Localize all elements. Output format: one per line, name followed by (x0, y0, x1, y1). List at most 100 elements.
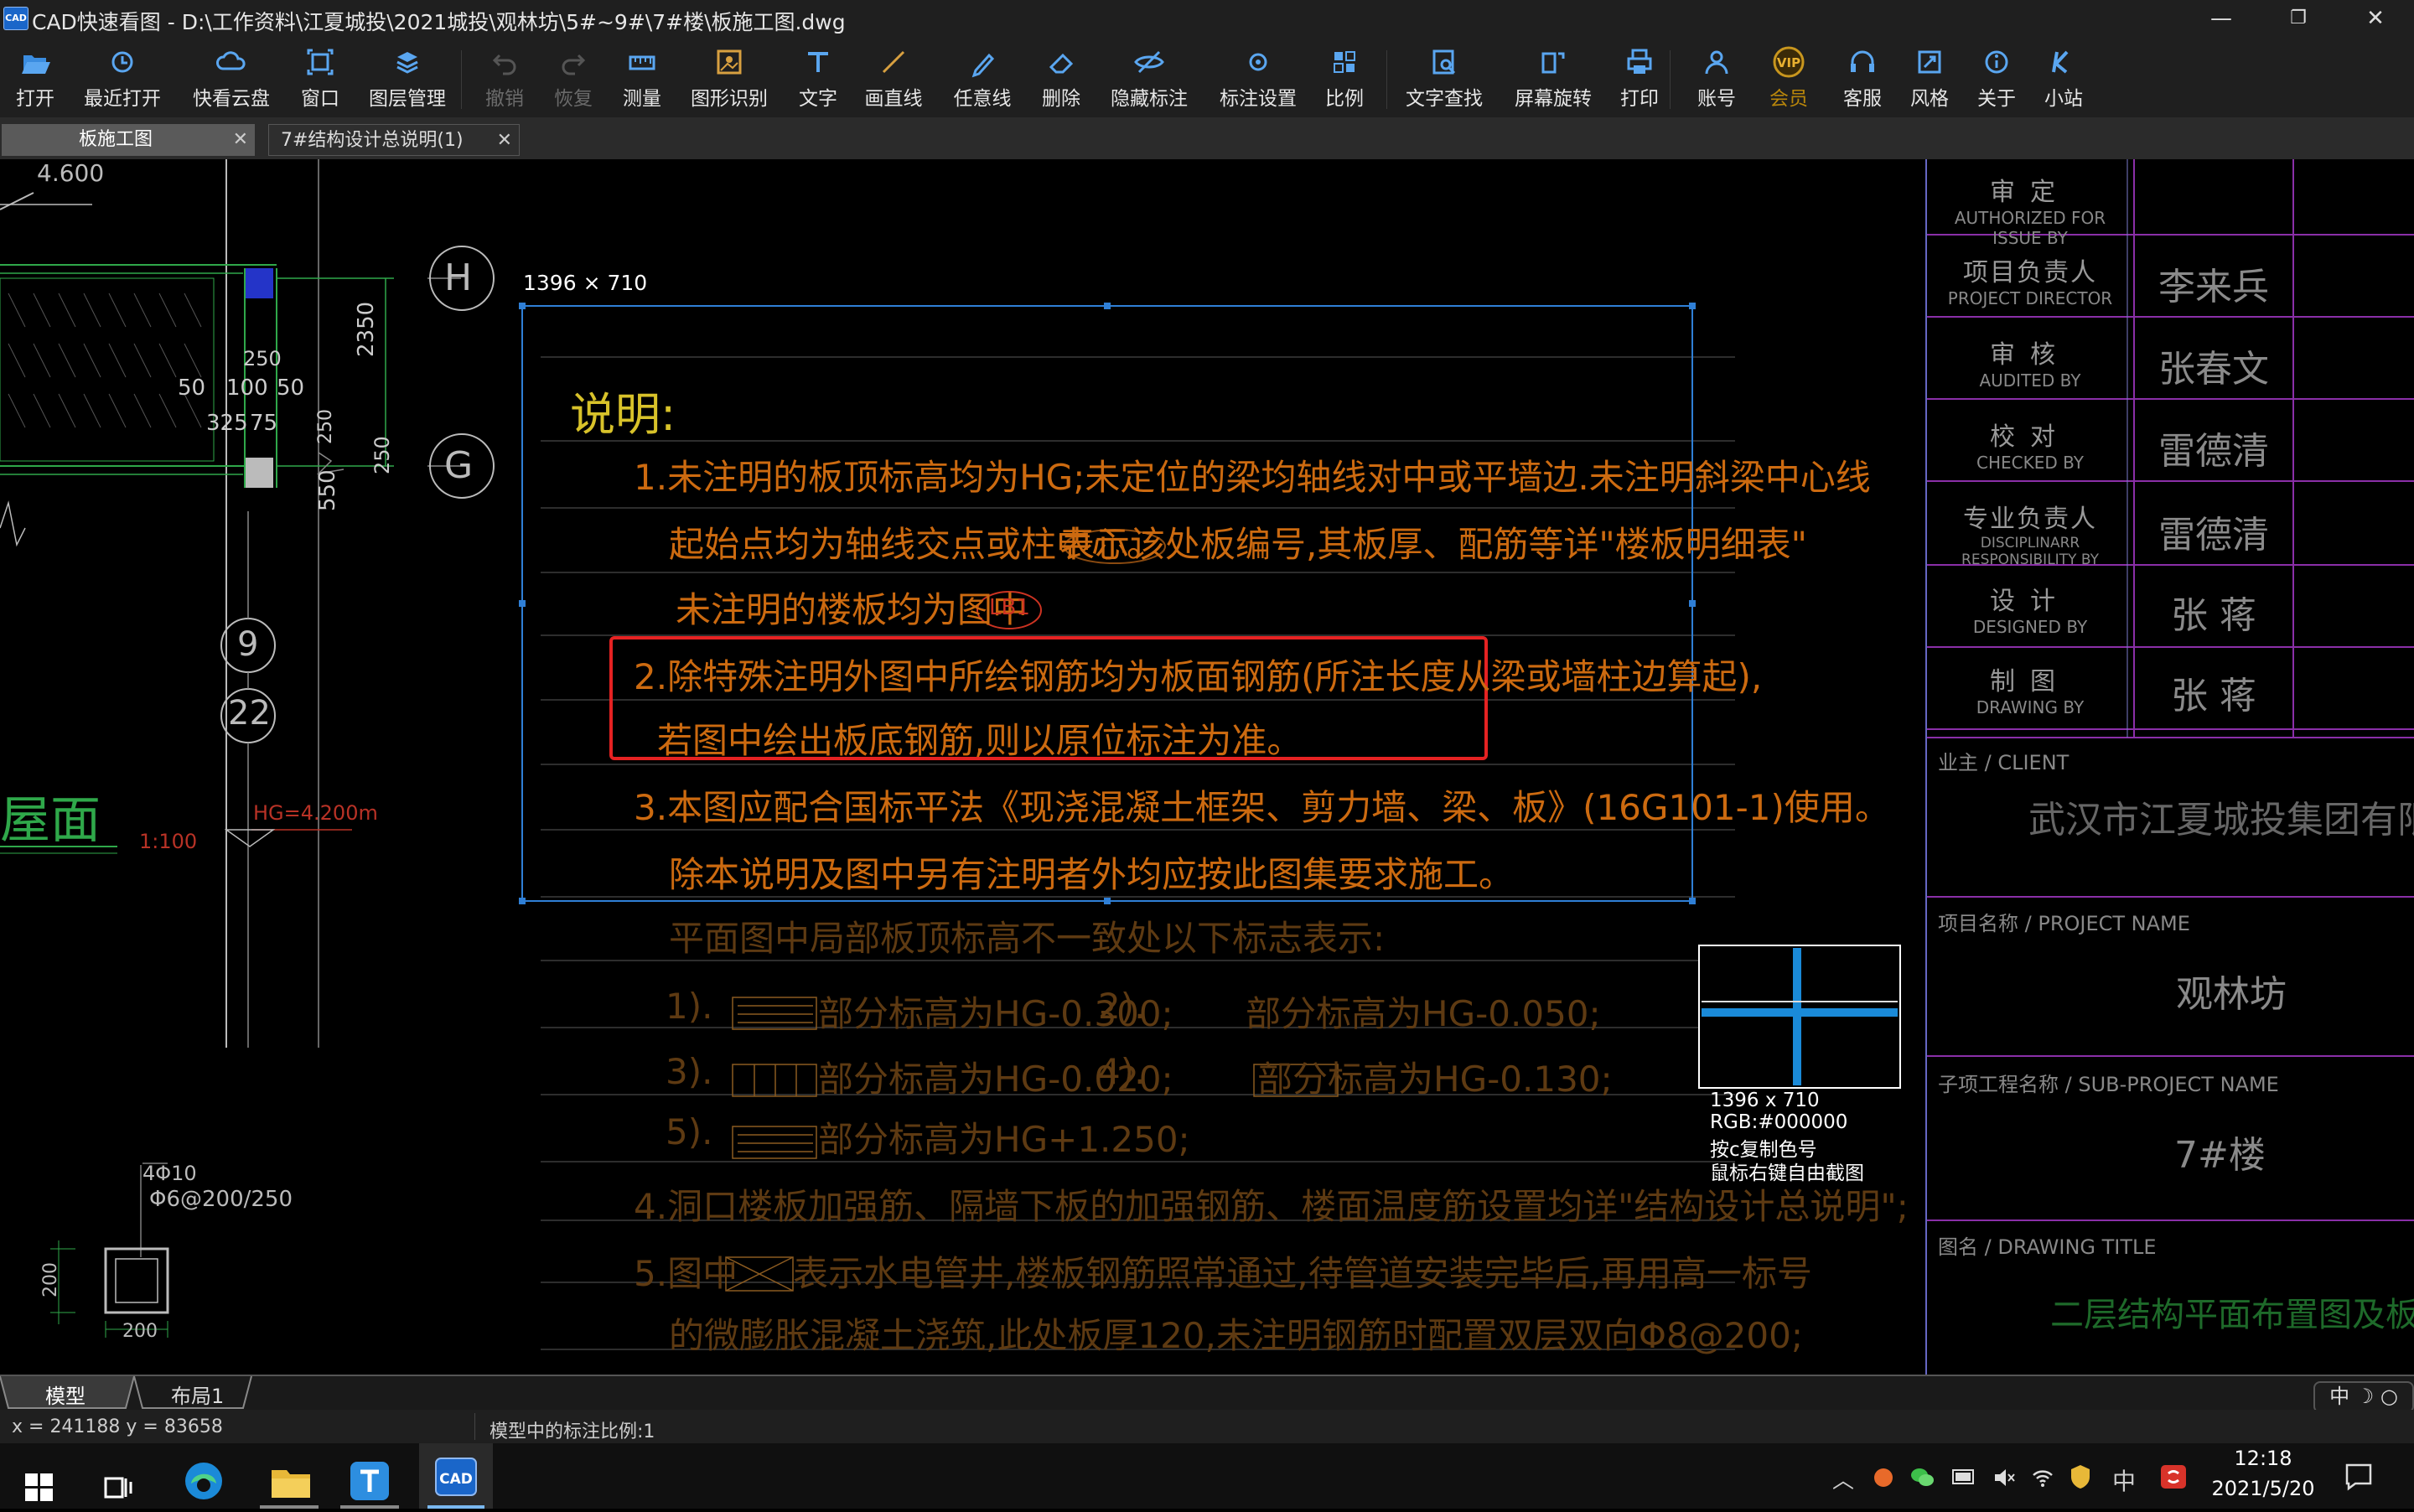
window-label: 窗口 (301, 88, 339, 110)
project-name-label: 项目名称 / PROJECT NAME (1938, 912, 2190, 935)
annotation-settings-button[interactable]: 标注设置 (1212, 44, 1304, 114)
note-line: 表示该处板编号,其板厚、配筋等详"楼板明细表" (1059, 524, 1807, 565)
close-button[interactable]: ✕ (2337, 0, 2414, 37)
annotation-settings-icon (1249, 53, 1267, 71)
divider (0, 1375, 2414, 1376)
row-en: CHECKED BY (1976, 453, 2084, 473)
status-bar: x = 241188 y = 83658 模型中的标注比例:1 (0, 1410, 2414, 1443)
close-tab-icon[interactable]: ✕ (233, 124, 248, 156)
title-block-row: 审核 AUDITED BY (1930, 334, 2131, 391)
magnifier-rgb: RGB:#000000 (1710, 1111, 1848, 1133)
title-block-row: 专业负责人 DISCIPLINARR RESPONSIBILITY BY (1930, 498, 2131, 568)
designer-name: 张 蒋 (2171, 594, 2256, 637)
tab-model[interactable]: 模型 (45, 1380, 85, 1409)
text-app-icon[interactable] (349, 1457, 391, 1505)
wechat-icon[interactable] (1909, 1465, 1936, 1490)
note-line: 1). (666, 986, 713, 1027)
window-icon (307, 49, 334, 75)
tab-layout1[interactable]: 布局1 (171, 1380, 224, 1409)
active-taskbar-app[interactable]: CAD (419, 1443, 493, 1509)
scale-icon (1334, 51, 1355, 73)
tab-structure-notes[interactable]: 7#结构设计总说明(1) ✕ (268, 124, 520, 156)
cloud-disk-label: 快看云盘 (193, 88, 270, 110)
shield-icon[interactable] (2069, 1463, 2092, 1490)
text-icon (808, 52, 828, 72)
clock-date[interactable]: 2021/5/20 (2204, 1477, 2322, 1500)
note-line: 1.未注明的板顶标高均为HG;未定位的梁均轴线对中或平墙边.未注明斜梁中心线 (634, 457, 1871, 498)
freehand-button[interactable]: 任意线 (939, 44, 1026, 114)
note-line: 的微膨胀混凝土浇筑,此处板厚120,未注明钢筋时配置双层双向Φ8@200; (669, 1315, 1803, 1356)
row-en: DISCIPLINARR RESPONSIBILITY BY (1961, 535, 2099, 568)
measure-icon (629, 55, 655, 70)
drafter-name: 张 蒋 (2171, 675, 2256, 717)
text-search-button[interactable]: 文字查找 (1398, 44, 1490, 114)
file-explorer-icon[interactable] (268, 1458, 313, 1507)
window-button[interactable]: 窗口 (277, 44, 364, 114)
tab-board-drawing[interactable]: 板施工图 ✕ (2, 124, 255, 156)
close-tab-icon[interactable]: ✕ (497, 125, 512, 157)
row-zh: 设计 (1990, 587, 2070, 616)
title-block-row: 制图 DRAWING BY (1930, 660, 2131, 717)
scale-button[interactable]: 比例 (1301, 44, 1388, 114)
section-dim-w: 200 (122, 1321, 158, 1342)
cad-app-icon-text: CAD (439, 1471, 473, 1488)
vip-badge: VIP (1777, 55, 1800, 70)
open-button[interactable]: 打开 (0, 44, 79, 114)
recent-open-button[interactable]: 最近打开 (79, 44, 166, 114)
title-block-row: 校对 CHECKED BY (1930, 416, 2131, 473)
measure-button[interactable]: 测量 (598, 44, 686, 114)
drawing-canvas[interactable]: 4.600 H G 9 22 250 50 100 50 325 75 2350… (0, 159, 2414, 1375)
style-icon (1918, 50, 1941, 74)
tray-app-icon[interactable] (1871, 1465, 1896, 1490)
windows-start-icon[interactable] (25, 1463, 54, 1512)
running-indicator (340, 1505, 399, 1509)
task-view-icon[interactable] (104, 1463, 134, 1512)
note-line: 表示水电管井,楼板钢筋照常通过,待管道安装完毕后,再用高一标号 (793, 1253, 1813, 1294)
layer-manage-label: 图层管理 (369, 88, 446, 110)
draw-line-button[interactable]: 画直线 (850, 44, 937, 114)
magnifier-hint-screenshot: 鼠标右键自由截图 (1710, 1162, 1864, 1184)
checker-name: 雷德清 (2158, 430, 2269, 473)
hide-annotation-button[interactable]: 隐藏标注 (1103, 44, 1195, 114)
cloud-disk-button[interactable]: 快看云盘 (188, 44, 275, 114)
tray-expand-icon[interactable]: ︿ (1832, 1463, 1854, 1494)
selection-size-label: 1396 × 710 (523, 271, 648, 295)
rotate-screen-button[interactable]: 屏幕旋转 (1507, 44, 1599, 114)
magnifier-size: 1396 x 710 (1710, 1090, 1820, 1111)
layer-manage-button[interactable]: 图层管理 (364, 44, 451, 114)
axis-label-22: 22 (228, 694, 271, 733)
project-director-name: 李来兵 (2158, 266, 2269, 308)
clock-time[interactable]: 12:18 (2213, 1447, 2313, 1470)
restore-button[interactable]: ❐ (2260, 0, 2337, 37)
wifi-icon[interactable] (2030, 1465, 2055, 1490)
rotate-screen-icon (1541, 52, 1565, 74)
minimize-button[interactable]: — (2183, 0, 2260, 37)
shape-recognize-icon (717, 49, 742, 75)
hg-elevation-label: HG=4.200m (253, 801, 378, 825)
dim-label: 50 (277, 375, 305, 401)
station-button[interactable]: 小站 (2020, 44, 2107, 114)
row-zh: 制图 (1990, 667, 2070, 696)
recent-open-label: 最近打开 (84, 88, 161, 110)
battery-icon[interactable] (1951, 1467, 1978, 1487)
delete-button[interactable]: 删除 (1018, 44, 1105, 114)
input-method-indicator[interactable]: 中 (2112, 1463, 2136, 1497)
volume-muted-icon[interactable] (1992, 1465, 2017, 1490)
vip-icon: VIP (1773, 46, 1805, 78)
edge-browser-icon[interactable] (181, 1457, 226, 1505)
shape-recognize-button[interactable]: 图形识别 (686, 44, 773, 114)
note-line: 未注明的楼板均为图中 (676, 589, 1028, 630)
section-dim-h: 200 (40, 1262, 61, 1297)
dim-label: 100 (226, 375, 268, 401)
drawing-title-label: 图名 / DRAWING TITLE (1938, 1235, 2157, 1259)
station-label: 小站 (2044, 88, 2083, 110)
tab-label: 7#结构设计总说明(1) (281, 130, 464, 151)
dim-label: 250 (243, 347, 282, 370)
text-button[interactable]: 文字 (774, 44, 862, 114)
auditor-name: 张春文 (2158, 348, 2269, 391)
sogou-input-icon[interactable] (2159, 1463, 2188, 1490)
row-en: AUDITED BY (1979, 370, 2081, 391)
ime-floating-bar[interactable]: 中 ☽ ○ (2313, 1381, 2414, 1413)
notification-center-icon[interactable] (2344, 1462, 2374, 1492)
window-title: CAD快速看图 - D:\工作资料\江夏城投\2021城投\观林坊\5#~9#\… (32, 10, 846, 34)
